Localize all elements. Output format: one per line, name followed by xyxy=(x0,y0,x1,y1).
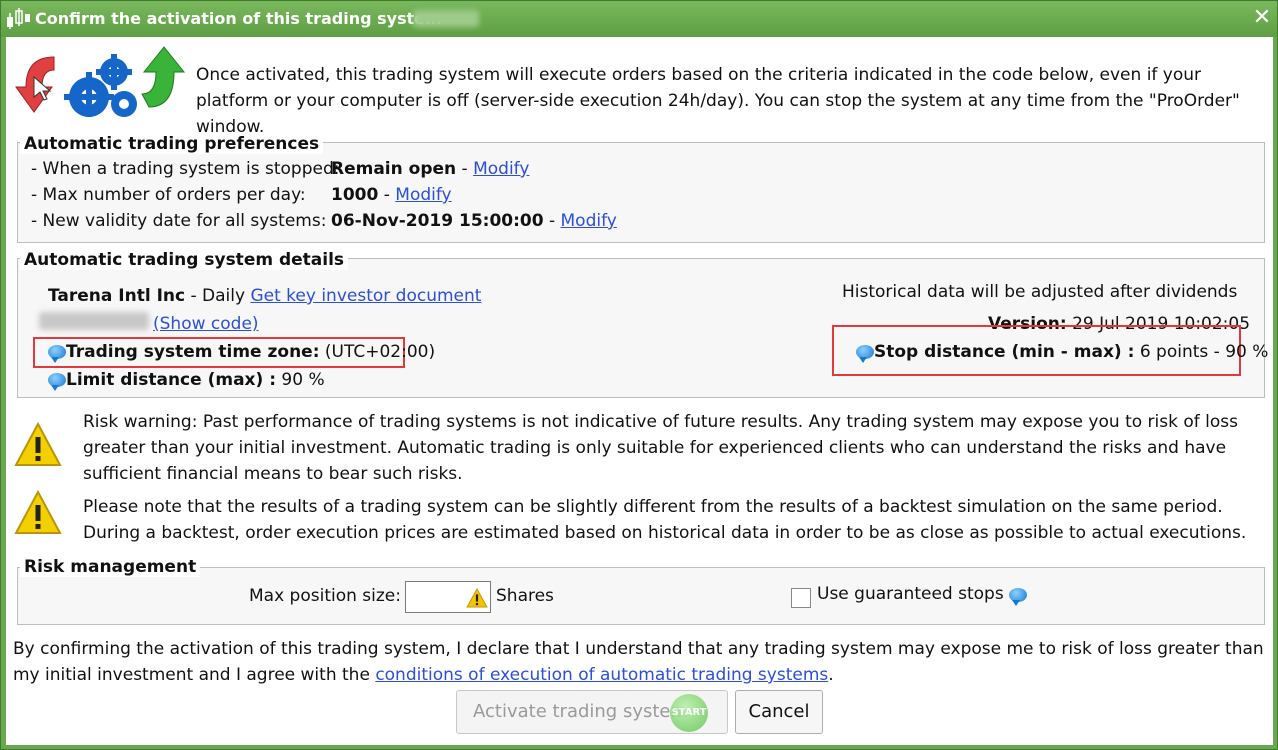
pref-value-orders: 1000 - Modify xyxy=(331,185,452,205)
pref-row-stopped: - When a trading system is stopped: xyxy=(31,159,339,179)
title-bar[interactable]: Confirm the activation of this trading s… xyxy=(1,1,1277,37)
limit-value: 90 % xyxy=(276,370,325,390)
limit-line: Limit distance (max) : 90 % xyxy=(48,370,325,391)
activate-trading-system-button[interactable]: Activate trading system START xyxy=(456,690,728,734)
intro-text: Once activated, this trading system will… xyxy=(196,65,1240,137)
instrument-name: Tarena Intl Inc xyxy=(48,286,186,306)
shares-label: Shares xyxy=(496,586,554,606)
info-bubble-icon[interactable] xyxy=(856,345,874,363)
limit-label: Limit distance (max) : xyxy=(66,370,276,390)
declaration-text: By confirming the activation of this tra… xyxy=(13,636,1268,688)
timeframe: - Daily xyxy=(185,286,251,306)
stop-label: Stop distance (min - max) : xyxy=(874,342,1135,362)
info-bubble-icon[interactable] xyxy=(48,373,66,391)
pref-sep: - xyxy=(456,159,468,179)
activate-label: Activate trading system xyxy=(473,701,689,722)
warning-icon xyxy=(14,489,62,534)
instrument-line: Tarena Intl Inc - Daily Get key investor… xyxy=(48,286,481,306)
dialog-content: Once activated, this trading system will… xyxy=(6,37,1273,745)
show-code-link[interactable]: (Show code) xyxy=(153,314,259,334)
pref-sep: - xyxy=(378,185,390,205)
risk-group xyxy=(17,567,1265,625)
warning-icon xyxy=(14,421,62,466)
window-title: Confirm the activation of this trading s… xyxy=(35,9,454,28)
gears-arrows-icon xyxy=(15,46,186,117)
guaranteed-stops-label: Use guaranteed stops xyxy=(817,584,1004,604)
pref-label: - Max number of orders per day: xyxy=(31,185,306,205)
pref-value: 1000 xyxy=(331,185,379,205)
pref-value-stopped: Remain open - Modify xyxy=(331,159,529,179)
dialog-window: Confirm the activation of this trading s… xyxy=(0,0,1278,750)
info-bubble-icon[interactable] xyxy=(48,345,66,363)
redacted-code-name xyxy=(39,312,149,330)
modify-validity-link[interactable]: Modify xyxy=(561,211,617,231)
timezone-line: Trading system time zone: (UTC+02:00) xyxy=(48,342,436,363)
pref-value: Remain open xyxy=(331,159,457,179)
pref-value: 06-Nov-2019 15:00:00 xyxy=(331,211,544,231)
modify-stopped-link[interactable]: Modify xyxy=(473,159,529,179)
pref-label: - New validity date for all systems: xyxy=(31,211,327,231)
pref-value-validity: 06-Nov-2019 15:00:00 - Modify xyxy=(331,211,617,231)
stop-value: 6 points - 90 % xyxy=(1134,342,1269,362)
historical-note: Historical data will be adjusted after d… xyxy=(842,282,1238,302)
redacted-system-name xyxy=(413,10,479,27)
guaranteed-stops-checkbox[interactable] xyxy=(791,588,811,608)
kid-link[interactable]: Get key investor document xyxy=(250,286,481,306)
max-position-label: Max position size: xyxy=(249,586,401,606)
conditions-link[interactable]: conditions of execution of automatic tra… xyxy=(375,665,828,685)
pref-label: - When a trading system is stopped: xyxy=(31,159,340,179)
pref-sep: - xyxy=(543,211,556,231)
timezone-value: (UTC+02:00) xyxy=(319,342,436,362)
close-button[interactable]: ✕ xyxy=(1249,5,1275,31)
preferences-title: Automatic trading preferences xyxy=(20,134,324,154)
backtest-note-text: Please note that the results of a tradin… xyxy=(83,497,1247,543)
max-position-input[interactable] xyxy=(405,581,491,613)
cancel-button[interactable]: Cancel xyxy=(735,690,823,734)
details-title: Automatic trading system details xyxy=(20,250,349,270)
info-bubble-icon[interactable] xyxy=(1009,588,1027,606)
pref-row-orders: - Max number of orders per day: xyxy=(31,185,306,205)
timezone-label: Trading system time zone: xyxy=(66,342,320,362)
stop-distance-line: Stop distance (min - max) : 6 points - 9… xyxy=(856,342,1269,363)
declaration-end: . xyxy=(828,665,834,685)
start-badge-icon: START xyxy=(670,694,708,732)
risk-warning-text: Risk warning: Past performance of tradin… xyxy=(83,412,1238,484)
modify-orders-link[interactable]: Modify xyxy=(395,185,451,205)
warning-icon xyxy=(466,588,488,608)
risk-title: Risk management xyxy=(20,557,201,577)
pref-row-validity: - New validity date for all systems: xyxy=(31,211,326,231)
candlestick-app-icon xyxy=(7,8,30,29)
